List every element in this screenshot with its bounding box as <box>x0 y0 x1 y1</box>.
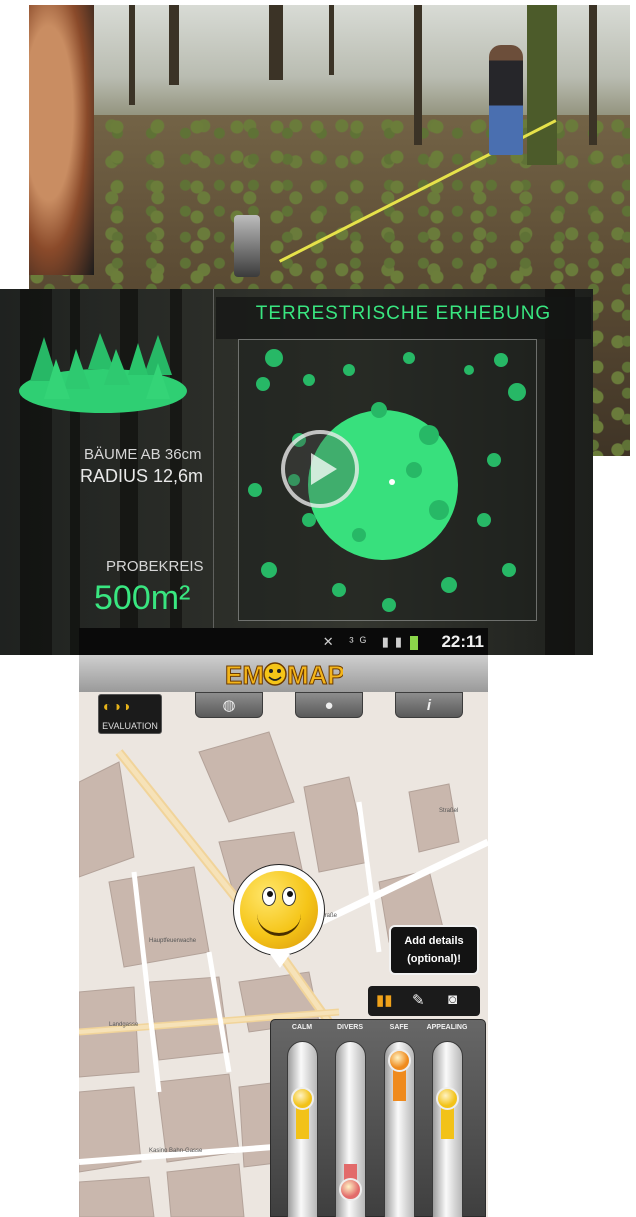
smiley-face-icon <box>240 871 318 949</box>
sample-circle-label: PROBEKREIS <box>106 558 204 575</box>
evaluation-faces-icon: ◐◑◑ <box>103 698 132 714</box>
evaluation-label: EVALUATION <box>102 721 158 731</box>
info-icon: i <box>426 696 432 714</box>
map-label: Landgasse <box>109 1022 139 1028</box>
status-icons-text: ✕ ³ᴳ ▮▮ <box>322 634 408 649</box>
forest-plot-icon <box>19 333 187 413</box>
map-label: Kasino Bahn-Gasse <box>149 1148 203 1154</box>
profile-button[interactable]: ● <box>295 692 363 718</box>
tree-trunk <box>169 5 179 85</box>
status-time: 22:11 <box>441 632 484 651</box>
info-button[interactable]: i <box>395 692 463 718</box>
emomap-logo: EM MAP <box>225 660 344 691</box>
slider-label-divers: DIVERS <box>336 1024 364 1031</box>
emomap-screen: ✕ ³ᴳ ▮▮ 22:11 EM MAP Hauptfeuerwache Lan… <box>79 628 488 1217</box>
play-button[interactable] <box>281 430 359 508</box>
slider-calm[interactable] <box>287 1041 318 1217</box>
forest-survey-panel: TERRESTRISCHE ERHEBUNG BÄUME AB 36cm RAD… <box>0 289 593 655</box>
dark-trunk <box>545 289 575 655</box>
tree-trunk <box>329 5 334 75</box>
slider-safe[interactable] <box>384 1041 415 1217</box>
edit-icon[interactable]: ✎ <box>412 991 425 1009</box>
eye <box>262 887 276 906</box>
slider-appealing[interactable] <box>432 1041 463 1217</box>
tree-trunk <box>589 5 597 145</box>
slider-knob[interactable] <box>291 1087 314 1110</box>
bar-chart-icon[interactable]: ▮▮ <box>376 991 393 1009</box>
panel-divider <box>213 289 214 655</box>
eye <box>282 887 296 906</box>
slider-label-safe: SAFE <box>389 1024 409 1031</box>
detail-toolbar: ▮▮ ✎ ◙ <box>368 986 480 1016</box>
slider-label-calm: CALM <box>291 1024 313 1031</box>
svg-text:MAP: MAP <box>287 660 343 690</box>
tree-trunk <box>527 5 557 165</box>
marker-tail <box>270 954 290 968</box>
radius-label: RADIUS 12,6m <box>80 466 204 486</box>
slider-knob[interactable] <box>339 1178 362 1201</box>
svg-text:EM: EM <box>225 660 264 690</box>
slider-divers[interactable] <box>335 1041 366 1217</box>
play-icon <box>310 453 337 485</box>
area-value: 500m² <box>94 579 191 617</box>
callout-line2: (optional)! <box>407 953 461 965</box>
slider-knob[interactable] <box>436 1087 459 1110</box>
slider-knob[interactable] <box>388 1049 411 1072</box>
evaluation-button[interactable]: ◐◑◑ EVALUATION <box>98 694 162 734</box>
add-details-callout[interactable]: Add details (optional)! <box>389 925 479 975</box>
panel-title: TERRESTRISCHE ERHEBUNG <box>255 303 552 324</box>
person-icon: ● <box>324 696 334 714</box>
status-icons: ✕ ³ᴳ ▮▮ <box>323 634 418 650</box>
map-label: Hauptfeuerwache <box>149 938 197 944</box>
surveyor-person <box>489 45 523 155</box>
callout-line1: Add details <box>404 935 464 947</box>
battery-icon <box>410 635 418 650</box>
map-label: Straßel <box>439 808 458 814</box>
globe-icon: ◍ <box>222 697 236 714</box>
status-bar: ✕ ³ᴳ ▮▮ 22:11 <box>79 628 488 655</box>
measuring-device <box>234 215 260 277</box>
tree-trunk <box>414 5 422 145</box>
tree-trunk <box>269 5 283 80</box>
camera-icon[interactable]: ◙ <box>448 991 457 1008</box>
slider-label-appealing: APPEALING <box>426 1024 468 1031</box>
observer-person <box>29 5 94 275</box>
tree-trunk <box>129 5 135 105</box>
smiley-marker[interactable] <box>233 864 325 968</box>
emotion-sliders: CALM DIVERS SAFE APPEALING <box>270 1019 486 1217</box>
trees-threshold-label: BÄUME AB 36cm <box>84 446 202 463</box>
smile <box>257 911 301 936</box>
globe-button[interactable]: ◍ <box>195 692 263 718</box>
